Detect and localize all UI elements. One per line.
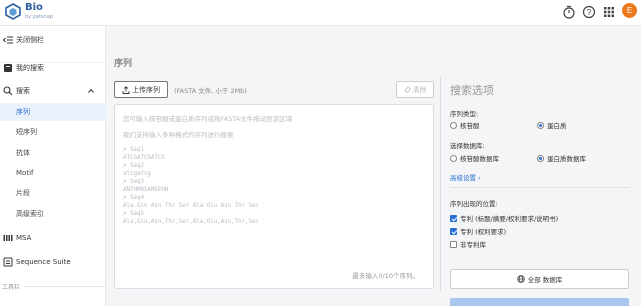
example-line: > Seq2 bbox=[123, 163, 144, 169]
example-line: Ala,Glu,Asn,Thr,Ser,Ala,Glu,Asn,Thr,Ser bbox=[123, 219, 260, 225]
checkbox-label: 非专利库 bbox=[460, 241, 486, 249]
help-icon[interactable]: ? bbox=[582, 5, 596, 19]
sidebar-item-fragment[interactable]: 片段 bbox=[0, 184, 106, 202]
timer-icon[interactable] bbox=[562, 5, 576, 19]
example-line: > Seq5 bbox=[123, 211, 144, 217]
search-icon bbox=[3, 86, 13, 96]
search-button[interactable] bbox=[450, 298, 629, 306]
globe-icon bbox=[517, 275, 525, 283]
radio-dot bbox=[537, 154, 544, 162]
collapse-sidebar-button[interactable]: 关闭侧栏 bbox=[0, 31, 106, 49]
radio-label: 蛋白质数据库 bbox=[547, 155, 586, 163]
checkbox-non-patent[interactable]: 非专利库 bbox=[450, 239, 486, 249]
checkbox-label: 专利 (标题/摘要/权利要求/说明书) bbox=[460, 215, 559, 223]
checkbox-label: 专利 (权利要求) bbox=[460, 228, 507, 236]
upload-icon bbox=[122, 85, 130, 94]
example-line: ANTHMNSAMDEHN bbox=[123, 187, 169, 193]
example-line: > Seq3 bbox=[123, 179, 144, 185]
example-line: > Seq4 bbox=[123, 195, 144, 201]
advanced-settings-link[interactable]: 高级设置 › bbox=[450, 172, 481, 182]
top-bar: Bio by patsnap ? E bbox=[0, 0, 641, 26]
section-divider bbox=[24, 286, 106, 287]
sidebar: 关闭侧栏 我的搜索 搜索 序列 短序列 抗体 Motif 片段 高级索引 MSA bbox=[0, 26, 106, 306]
radio-protein-db[interactable]: 蛋白质数据库 bbox=[537, 153, 586, 163]
sidebar-item-advanced-index[interactable]: 高级索引 bbox=[0, 205, 106, 223]
collapse-label: 关闭侧栏 bbox=[16, 36, 44, 44]
all-db-label: 全部 数据库 bbox=[527, 276, 563, 284]
checkbox-patent-claims[interactable]: 专利 (权利要求) bbox=[450, 226, 506, 236]
sidebar-item-sequence-suite[interactable]: Sequence Suite bbox=[0, 253, 106, 271]
suite-icon bbox=[3, 257, 13, 267]
radio-dot bbox=[450, 154, 457, 162]
radio-label: 核苷酸 bbox=[460, 122, 480, 130]
radio-dot bbox=[450, 121, 457, 129]
sidebar-item-short-sequence[interactable]: 短序列 bbox=[0, 123, 106, 141]
sidebar-item-motif[interactable]: Motif bbox=[0, 164, 106, 182]
sequence-input[interactable]: 您可输入核苷酸或蛋白质序列或拖FASTA文件拖动到该区域 我们支持输入多种格式的… bbox=[114, 104, 434, 289]
bio-logo-icon[interactable] bbox=[5, 3, 21, 20]
bookmark-folder-icon bbox=[4, 64, 12, 72]
toolbar-section-label: 工具栏 bbox=[2, 284, 21, 291]
options-title: 搜索选项 bbox=[450, 84, 494, 97]
radio-label: 核苷酸数据库 bbox=[460, 155, 499, 163]
sidebar-item-label: Sequence Suite bbox=[16, 258, 71, 266]
apps-grid-icon[interactable] bbox=[602, 5, 616, 19]
upload-hint: (FASTA 文件, 小于 2Mb) bbox=[174, 87, 247, 95]
radio-nucleotide-db[interactable]: 核苷酸数据库 bbox=[450, 153, 499, 163]
clear-label: 清除 bbox=[412, 85, 427, 94]
sidebar-item-label: 搜索 bbox=[16, 87, 30, 95]
brand-name: Bio bbox=[25, 2, 43, 13]
radio-protein[interactable]: 蛋白质 bbox=[537, 120, 567, 130]
checkbox-box bbox=[450, 240, 457, 248]
options-divider bbox=[450, 187, 630, 188]
brand-subtitle: by patsnap bbox=[25, 14, 53, 20]
radio-dot bbox=[537, 121, 544, 129]
position-label: 序列出现的位置: bbox=[450, 200, 498, 208]
placeholder-line: 您可输入核苷酸或蛋白质序列或拖FASTA文件拖动到该区域 bbox=[123, 115, 293, 123]
radio-nucleotide[interactable]: 核苷酸 bbox=[450, 120, 480, 130]
all-databases-button[interactable]: 全部 数据库 bbox=[450, 269, 629, 289]
upload-label: 上传序列 bbox=[132, 85, 160, 94]
sidebar-item-label: MSA bbox=[16, 234, 32, 242]
page-title: 序列 bbox=[114, 59, 133, 69]
example-line: ATCGATCGATCG bbox=[123, 155, 165, 161]
checkbox-box bbox=[450, 227, 457, 235]
upload-sequence-button[interactable]: 上传序列 bbox=[114, 81, 168, 98]
radio-label: 蛋白质 bbox=[547, 122, 567, 130]
chevron-up-icon bbox=[88, 88, 94, 93]
eraser-icon bbox=[403, 86, 411, 93]
svg-text:?: ? bbox=[587, 8, 592, 17]
panel-divider bbox=[440, 76, 441, 291]
db-label: 选择数据库: bbox=[450, 142, 485, 150]
checkbox-box bbox=[450, 214, 457, 222]
clear-button[interactable]: 清除 bbox=[396, 81, 434, 98]
collapse-icon bbox=[3, 36, 13, 44]
sequence-count-hint: 最多输入0/10个序列。 bbox=[352, 272, 419, 280]
example-line: > Seq1 bbox=[123, 147, 144, 153]
checkbox-patent-full[interactable]: 专利 (标题/摘要/权利要求/说明书) bbox=[450, 213, 558, 223]
example-line: Ala Gln Asn Thr Ser Ala Glu Asn Thr Ser bbox=[123, 203, 260, 209]
sidebar-item-label: 我的搜索 bbox=[16, 64, 44, 72]
sidebar-item-antibody[interactable]: 抗体 bbox=[0, 144, 106, 162]
sidebar-group-search[interactable]: 搜索 bbox=[0, 82, 106, 100]
msa-icon bbox=[3, 235, 13, 241]
sidebar-item-my-search[interactable]: 我的搜索 bbox=[0, 59, 106, 77]
example-line: atcgatcg bbox=[123, 171, 151, 177]
sidebar-item-sequence[interactable]: 序列 bbox=[0, 103, 106, 121]
user-avatar[interactable]: E bbox=[622, 3, 637, 18]
seq-type-label: 序列类型: bbox=[450, 110, 479, 118]
sidebar-item-msa[interactable]: MSA bbox=[0, 229, 106, 247]
placeholder-line: 我们支持输入多种格式的序列进行搜索 bbox=[123, 131, 234, 139]
